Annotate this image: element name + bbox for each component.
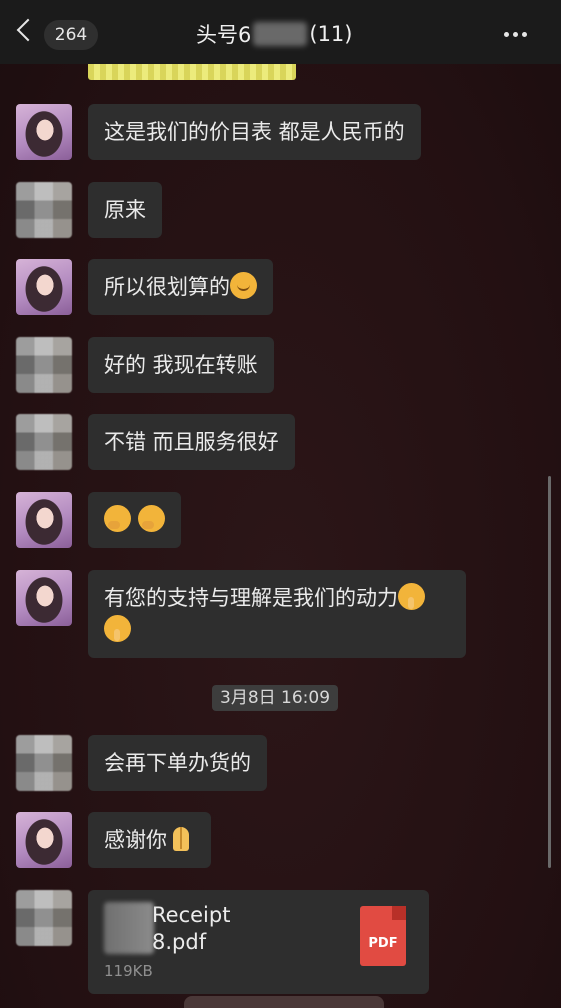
message-bubble[interactable]: 原来 (88, 182, 162, 238)
avatar[interactable] (16, 492, 72, 548)
shushing-emoji-icon (398, 583, 425, 610)
message-text: 不错 而且服务很好 (104, 430, 279, 454)
message-text: 这是我们的价目表 都是人民币的 (104, 120, 405, 144)
pdf-label: PDF (368, 936, 398, 951)
scrollbar[interactable] (548, 476, 551, 868)
message-bubble[interactable]: 所以很划算的 (88, 259, 273, 315)
chat-header: 264 头号6 (11) (0, 0, 561, 64)
file-attachment-card[interactable]: Receipt 8.pdf 119KB PDF (88, 890, 429, 994)
pdf-file-icon: PDF (360, 906, 406, 966)
message-bubble[interactable]: 有您的支持与理解是我们的动力 (88, 570, 466, 658)
avatar[interactable] (16, 259, 72, 315)
message-bubble[interactable]: 感谢你 (88, 812, 211, 868)
message-text: 感谢你 (104, 828, 167, 852)
avatar[interactable] (16, 414, 72, 470)
thinking-emoji-icon (137, 505, 165, 532)
chat-title-prefix: 头号6 (196, 23, 252, 47)
avatar[interactable] (16, 812, 72, 868)
back-chevron-icon[interactable] (16, 18, 40, 42)
redacted-filename-blur (104, 902, 154, 954)
message-text: 所以很划算的 (104, 275, 230, 299)
message-bubble[interactable]: 会再下单办货的 (88, 735, 267, 791)
file-size: 119KB (104, 962, 153, 980)
message-text: 有您的支持与理解是我们的动力 (104, 586, 398, 610)
redacted-name-blur (253, 22, 308, 46)
file-name: Receipt 8.pdf (152, 902, 322, 956)
message-text: 会再下单办货的 (104, 751, 251, 775)
partial-image-preview[interactable] (184, 996, 384, 1008)
shushing-emoji-icon (104, 615, 131, 642)
timestamp-divider: 3月8日 16:09 (212, 685, 339, 711)
more-icon[interactable] (504, 32, 531, 37)
chat-title: 头号6 (11) (196, 18, 352, 50)
avatar[interactable] (16, 570, 72, 626)
thinking-emoji-icon (104, 505, 131, 532)
avatar[interactable] (16, 337, 72, 393)
avatar[interactable] (16, 104, 72, 160)
smile-emoji-icon (230, 272, 257, 299)
message-bubble[interactable] (88, 492, 181, 548)
unread-count-badge[interactable]: 264 (44, 20, 98, 50)
message-bubble[interactable]: 好的 我现在转账 (88, 337, 274, 393)
avatar[interactable] (16, 735, 72, 791)
file-name-line1: Receipt (152, 903, 231, 927)
pray-emoji-icon (167, 824, 195, 852)
chat-member-count: (11) (309, 22, 353, 46)
file-name-line2: 8.pdf (152, 930, 207, 954)
message-bubble[interactable]: 这是我们的价目表 都是人民币的 (88, 104, 421, 160)
message-bubble[interactable]: 不错 而且服务很好 (88, 414, 295, 470)
avatar[interactable] (16, 182, 72, 238)
avatar[interactable] (16, 890, 72, 946)
price-list-image-bottom[interactable] (88, 64, 296, 80)
message-text: 原来 (104, 198, 146, 222)
message-text: 好的 我现在转账 (104, 353, 258, 377)
